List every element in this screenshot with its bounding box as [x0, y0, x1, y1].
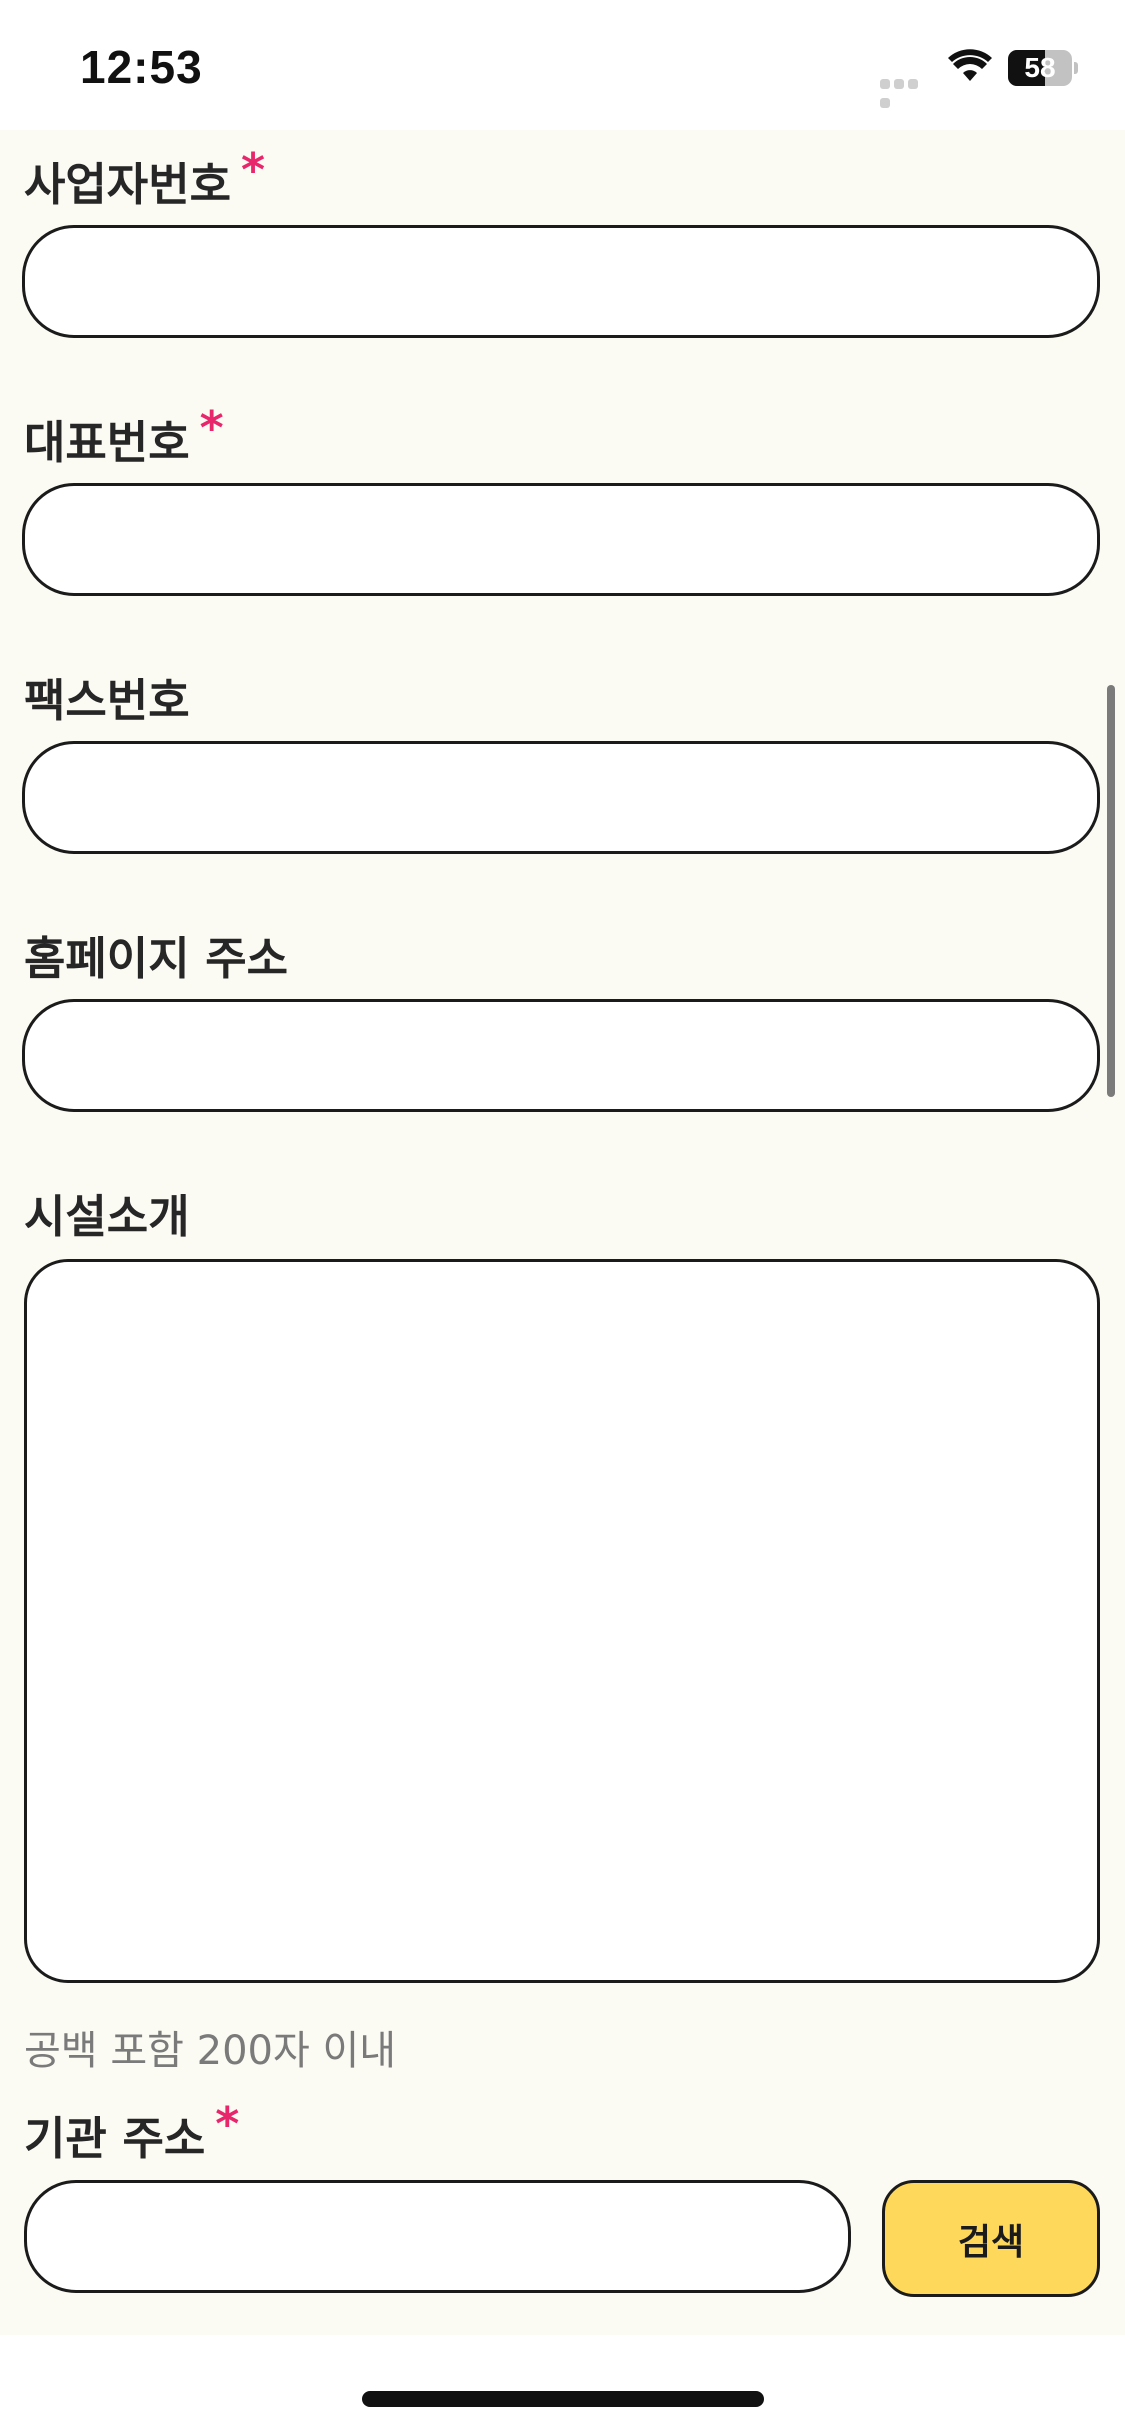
org-address-label: 기관 주소 * — [24, 2097, 240, 2165]
fax-number-label: 팩스번호 — [24, 674, 190, 727]
business-number-input[interactable] — [22, 225, 1100, 338]
main-phone-label: 대표번호 * — [24, 401, 224, 469]
battery-icon: 58 — [1008, 50, 1078, 86]
homepage-label: 홈페이지 주소 — [24, 932, 289, 985]
fax-number-input[interactable] — [22, 741, 1100, 854]
required-asterisk: * — [199, 401, 224, 455]
org-address-input[interactable] — [24, 2180, 851, 2293]
wifi-icon — [948, 49, 992, 81]
facility-intro-textarea[interactable] — [24, 1259, 1100, 1983]
home-indicator[interactable] — [362, 2391, 764, 2407]
address-search-button[interactable]: 검색 — [882, 2180, 1100, 2297]
status-time: 12:53 — [80, 41, 203, 93]
char-limit-helper: 공백 포함 200자 이내 — [24, 2028, 397, 2074]
main-phone-input[interactable] — [22, 483, 1100, 596]
business-number-label: 사업자번호 * — [24, 143, 266, 211]
form-content[interactable]: 사업자번호 * 대표번호 * 팩스번호 홈페이지 주소 시설소개 공백 포함 200… — [0, 130, 1125, 2335]
facility-intro-label: 시설소개 — [24, 1190, 190, 1243]
status-bar: 12:53 58 — [0, 0, 1125, 130]
required-asterisk: * — [215, 2097, 240, 2151]
cellular-signal-icon — [880, 74, 934, 108]
scrollbar[interactable] — [1107, 685, 1115, 1097]
required-asterisk: * — [241, 143, 266, 197]
homepage-input[interactable] — [22, 999, 1100, 1112]
battery-level: 58 — [1024, 52, 1056, 83]
